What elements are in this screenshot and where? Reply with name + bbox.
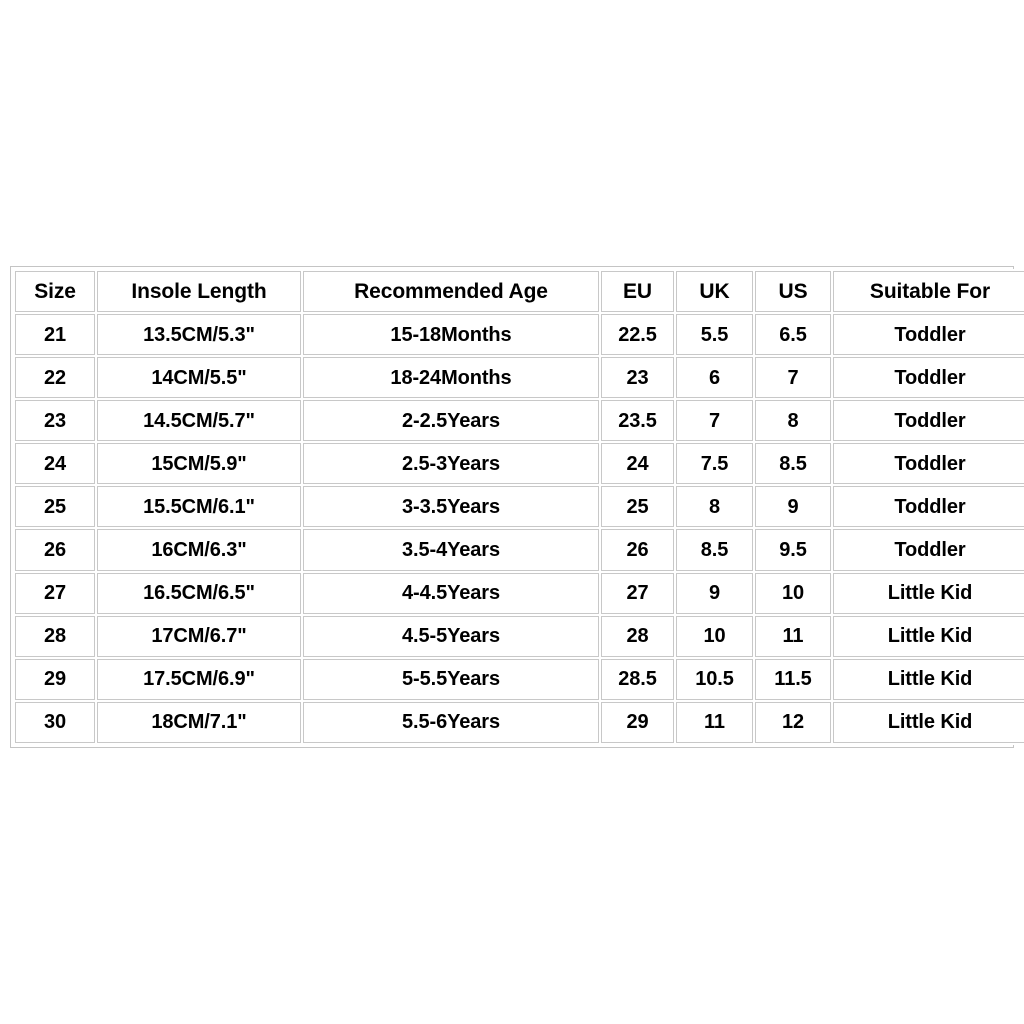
cell-age: 3.5-4Years [303, 529, 599, 571]
column-header-insole-length: Insole Length [97, 271, 301, 312]
cell-eu: 28 [601, 615, 674, 657]
cell-insole: 16CM/6.3" [97, 529, 301, 571]
table-row: 22 14CM/5.5" 18-24Months 23 6 7 Toddler [15, 357, 1024, 399]
cell-uk: 11 [676, 701, 753, 743]
cell-size: 24 [15, 443, 95, 485]
cell-suitable-for: Little Kid [833, 658, 1024, 700]
table-row: 24 15CM/5.9" 2.5-3Years 24 7.5 8.5 Toddl… [15, 443, 1024, 485]
cell-size: 30 [15, 701, 95, 743]
cell-age: 2-2.5Years [303, 400, 599, 442]
column-header-suitable-for: Suitable For [833, 271, 1024, 312]
column-header-size: Size [15, 271, 95, 312]
cell-uk: 10.5 [676, 658, 753, 700]
cell-insole: 17CM/6.7" [97, 615, 301, 657]
table-header: Size Insole Length Recommended Age EU UK… [15, 271, 1024, 312]
cell-size: 26 [15, 529, 95, 571]
cell-us: 11 [755, 615, 831, 657]
cell-eu: 26 [601, 529, 674, 571]
table-body: 21 13.5CM/5.3" 15-18Months 22.5 5.5 6.5 … [15, 314, 1024, 743]
table-row: 28 17CM/6.7" 4.5-5Years 28 10 11 Little … [15, 615, 1024, 657]
column-header-recommended-age: Recommended Age [303, 271, 599, 312]
table-row: 30 18CM/7.1" 5.5-6Years 29 11 12 Little … [15, 701, 1024, 743]
cell-size: 23 [15, 400, 95, 442]
cell-us: 11.5 [755, 658, 831, 700]
cell-suitable-for: Little Kid [833, 572, 1024, 614]
table-row: 25 15.5CM/6.1" 3-3.5Years 25 8 9 Toddler [15, 486, 1024, 528]
cell-us: 10 [755, 572, 831, 614]
column-header-us: US [755, 271, 831, 312]
cell-insole: 15.5CM/6.1" [97, 486, 301, 528]
cell-uk: 5.5 [676, 314, 753, 356]
header-row: Size Insole Length Recommended Age EU UK… [15, 271, 1024, 312]
cell-insole: 17.5CM/6.9" [97, 658, 301, 700]
cell-us: 8 [755, 400, 831, 442]
cell-us: 9.5 [755, 529, 831, 571]
cell-size: 27 [15, 572, 95, 614]
cell-age: 15-18Months [303, 314, 599, 356]
cell-size: 29 [15, 658, 95, 700]
cell-uk: 6 [676, 357, 753, 399]
table-row: 27 16.5CM/6.5" 4-4.5Years 27 9 10 Little… [15, 572, 1024, 614]
cell-uk: 8 [676, 486, 753, 528]
cell-age: 5-5.5Years [303, 658, 599, 700]
cell-age: 4-4.5Years [303, 572, 599, 614]
size-chart-container: Size Insole Length Recommended Age EU UK… [10, 266, 1024, 748]
size-chart-table: Size Insole Length Recommended Age EU UK… [13, 269, 1024, 745]
column-header-uk: UK [676, 271, 753, 312]
cell-eu: 29 [601, 701, 674, 743]
cell-eu: 25 [601, 486, 674, 528]
cell-suitable-for: Toddler [833, 443, 1024, 485]
cell-size: 25 [15, 486, 95, 528]
cell-us: 6.5 [755, 314, 831, 356]
cell-uk: 9 [676, 572, 753, 614]
cell-suitable-for: Toddler [833, 314, 1024, 356]
cell-suitable-for: Toddler [833, 529, 1024, 571]
cell-uk: 7 [676, 400, 753, 442]
cell-insole: 15CM/5.9" [97, 443, 301, 485]
cell-uk: 10 [676, 615, 753, 657]
cell-suitable-for: Little Kid [833, 701, 1024, 743]
cell-age: 3-3.5Years [303, 486, 599, 528]
cell-eu: 22.5 [601, 314, 674, 356]
cell-uk: 7.5 [676, 443, 753, 485]
table-row: 29 17.5CM/6.9" 5-5.5Years 28.5 10.5 11.5… [15, 658, 1024, 700]
cell-insole: 13.5CM/5.3" [97, 314, 301, 356]
cell-eu: 27 [601, 572, 674, 614]
cell-insole: 16.5CM/6.5" [97, 572, 301, 614]
cell-age: 4.5-5Years [303, 615, 599, 657]
cell-age: 2.5-3Years [303, 443, 599, 485]
cell-eu: 28.5 [601, 658, 674, 700]
cell-suitable-for: Toddler [833, 400, 1024, 442]
cell-insole: 14CM/5.5" [97, 357, 301, 399]
cell-eu: 23.5 [601, 400, 674, 442]
cell-age: 18-24Months [303, 357, 599, 399]
table-row: 23 14.5CM/5.7" 2-2.5Years 23.5 7 8 Toddl… [15, 400, 1024, 442]
cell-suitable-for: Toddler [833, 486, 1024, 528]
table-row: 26 16CM/6.3" 3.5-4Years 26 8.5 9.5 Toddl… [15, 529, 1024, 571]
cell-age: 5.5-6Years [303, 701, 599, 743]
cell-size: 21 [15, 314, 95, 356]
cell-insole: 14.5CM/5.7" [97, 400, 301, 442]
cell-uk: 8.5 [676, 529, 753, 571]
table-row: 21 13.5CM/5.3" 15-18Months 22.5 5.5 6.5 … [15, 314, 1024, 356]
cell-us: 12 [755, 701, 831, 743]
cell-suitable-for: Toddler [833, 357, 1024, 399]
cell-eu: 23 [601, 357, 674, 399]
cell-insole: 18CM/7.1" [97, 701, 301, 743]
cell-size: 28 [15, 615, 95, 657]
cell-eu: 24 [601, 443, 674, 485]
cell-us: 9 [755, 486, 831, 528]
cell-us: 7 [755, 357, 831, 399]
cell-suitable-for: Little Kid [833, 615, 1024, 657]
column-header-eu: EU [601, 271, 674, 312]
cell-size: 22 [15, 357, 95, 399]
cell-us: 8.5 [755, 443, 831, 485]
